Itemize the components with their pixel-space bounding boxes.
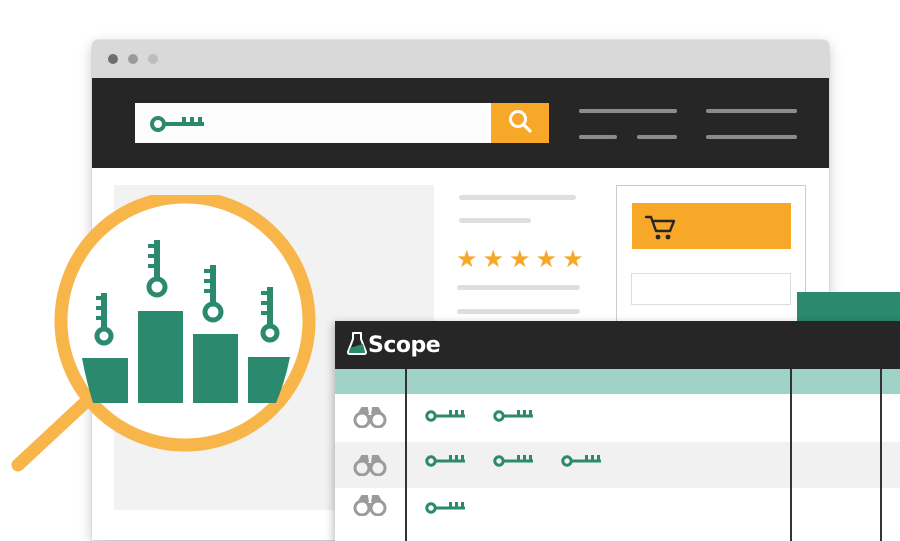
binoculars-icon[interactable] xyxy=(353,494,387,521)
menu-item[interactable] xyxy=(579,109,677,113)
key-icon xyxy=(425,409,467,428)
binoculars-icon[interactable] xyxy=(353,454,387,481)
search-icon xyxy=(507,108,533,139)
key-icon xyxy=(425,454,467,473)
column-divider xyxy=(880,369,882,541)
product-title-line xyxy=(459,195,576,200)
magnifier-icon xyxy=(0,190,330,495)
window-minimize-dot[interactable] xyxy=(128,54,138,64)
table-row[interactable] xyxy=(335,442,900,488)
site-navbar xyxy=(92,78,829,168)
search-input[interactable] xyxy=(135,103,491,143)
window-close-dot[interactable] xyxy=(108,54,118,64)
star-icon: ★ xyxy=(535,245,558,273)
star-icon: ★ xyxy=(482,245,505,273)
star-icon: ★ xyxy=(562,245,584,273)
search-button[interactable] xyxy=(491,103,549,143)
column-divider xyxy=(790,369,792,541)
key-icon xyxy=(425,501,467,520)
row-keys xyxy=(425,409,535,428)
rating-stars: ★ ★ ★ ★ ★ xyxy=(456,247,584,271)
table-header xyxy=(335,369,900,394)
scope-panel: Scope xyxy=(335,321,900,541)
app-name: Scope xyxy=(368,333,441,358)
window-titlebar xyxy=(92,40,829,78)
scope-logo: Scope xyxy=(347,331,441,360)
star-icon: ★ xyxy=(509,245,531,273)
menu-item[interactable] xyxy=(579,135,617,139)
quantity-field[interactable] xyxy=(631,273,791,305)
scope-header: Scope xyxy=(335,321,900,369)
key-icon xyxy=(149,115,209,138)
cart-icon xyxy=(644,213,678,246)
star-icon: ★ xyxy=(456,245,478,273)
key-icon xyxy=(493,409,535,428)
window-maximize-dot[interactable] xyxy=(148,54,158,64)
flask-icon xyxy=(347,331,367,360)
table-row[interactable] xyxy=(335,394,900,440)
table-row[interactable] xyxy=(335,488,900,534)
binoculars-icon[interactable] xyxy=(353,406,387,433)
key-icon xyxy=(493,454,535,473)
row-keys xyxy=(425,501,467,520)
product-description-line xyxy=(457,285,580,290)
key-icon xyxy=(561,454,603,473)
row-keys xyxy=(425,454,603,473)
menu-item[interactable] xyxy=(706,135,797,139)
product-description-line xyxy=(457,309,580,314)
menu-item[interactable] xyxy=(706,109,797,113)
menu-item[interactable] xyxy=(637,135,677,139)
column-divider xyxy=(405,369,407,541)
add-to-cart-button[interactable] xyxy=(632,203,791,249)
product-subtitle-line xyxy=(459,218,531,223)
